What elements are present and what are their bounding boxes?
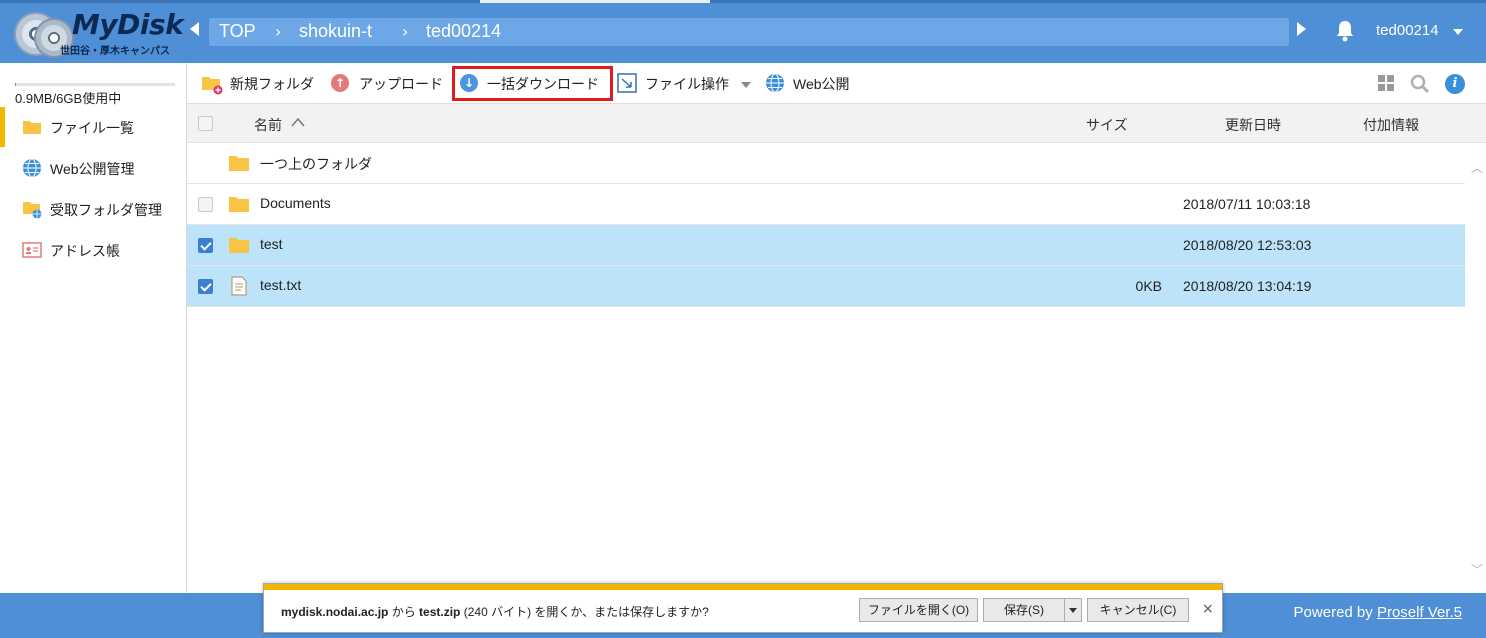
sidebar-item-label: 受取フォルダ管理: [50, 202, 162, 218]
breadcrumb-item-shokuin[interactable]: shokuin-t: [299, 21, 372, 42]
close-icon[interactable]: ×: [1202, 601, 1214, 617]
row-name: Documents: [260, 195, 331, 211]
logo-brand-text: MyDisk: [72, 8, 184, 41]
sidebar-item-address-book[interactable]: アドレス帳: [0, 230, 186, 270]
globe-icon: [766, 73, 784, 93]
file-table-header: 名前 サイズ 更新日時 付加情報: [187, 103, 1486, 143]
file-operations-label: ファイル操作: [645, 76, 729, 92]
breadcrumb-next-arrow-icon[interactable]: [1297, 22, 1306, 36]
row-size: 0KB: [1135, 278, 1162, 294]
sidebar: 0.9MB/6GB使用中 ファイル一覧 Web公開管理 受取フォルダ管理 アドレ…: [0, 63, 187, 593]
bell-icon[interactable]: [1335, 20, 1355, 42]
active-browser-tab[interactable]: [480, 0, 710, 3]
folder-icon: [23, 121, 41, 134]
powered-by-prefix: Powered by: [1293, 604, 1373, 621]
column-header-updated[interactable]: 更新日時: [1225, 115, 1281, 135]
row-updated: 2018/08/20 13:04:19: [1183, 278, 1312, 294]
proself-link[interactable]: Proself Ver.5: [1377, 604, 1462, 621]
download-notification-bar: mydisk.nodai.ac.jp から test.zip (240 バイト)…: [263, 583, 1223, 633]
bulk-download-button[interactable]: ↓ 一括ダウンロード: [459, 69, 609, 97]
new-folder-icon: [202, 77, 223, 95]
folder-icon: [229, 197, 249, 212]
browser-tab-strip: [0, 0, 1486, 3]
new-folder-label: 新規フォルダ: [230, 76, 314, 92]
save-options-dropdown[interactable]: [1064, 598, 1082, 622]
sidebar-item-inbox-folders[interactable]: 受取フォルダ管理: [0, 189, 186, 229]
web-publish-button[interactable]: Web公開: [765, 69, 865, 97]
download-question: (240 バイト) を開くか、または保存しますか?: [460, 605, 709, 619]
column-header-name[interactable]: 名前: [254, 115, 282, 135]
powered-by-text: Powered by Proself Ver.5: [1294, 604, 1462, 621]
chevron-down-icon[interactable]: [1453, 29, 1463, 35]
row-checkbox[interactable]: [198, 279, 213, 294]
file-operations-button[interactable]: ファイル操作: [617, 69, 757, 97]
row-name: test.txt: [260, 277, 302, 293]
select-all-checkbox[interactable]: [198, 116, 213, 131]
row-updated: 2018/08/20 12:53:03: [1183, 237, 1312, 253]
breadcrumb-item-current[interactable]: ted00214: [426, 21, 501, 42]
save-button[interactable]: 保存(S): [983, 598, 1065, 622]
text-file-icon: [231, 276, 247, 296]
upload-button[interactable]: ↑ アップロード: [331, 69, 446, 97]
download-icon: ↓: [460, 74, 478, 92]
user-menu[interactable]: ted00214: [1376, 22, 1439, 39]
cancel-button[interactable]: キャンセル(C): [1087, 598, 1189, 622]
file-operations-icon: [617, 73, 637, 93]
table-row[interactable]: Documents 2018/07/11 10:03:18: [187, 184, 1465, 225]
breadcrumb-item-top[interactable]: TOP: [219, 21, 256, 42]
sidebar-item-file-list[interactable]: ファイル一覧: [0, 107, 186, 147]
download-message: mydisk.nodai.ac.jp から test.zip (240 バイト)…: [281, 603, 709, 620]
mydisk-logo[interactable]: MyDisk 世田谷・厚木キャンパス: [12, 8, 184, 58]
storage-usage-fill: [15, 83, 16, 86]
search-icon[interactable]: [1410, 74, 1430, 94]
info-icon[interactable]: i: [1445, 74, 1465, 94]
app-header: MyDisk 世田谷・厚木キャンパス TOP › shokuin-t › ted…: [0, 0, 1486, 63]
row-checkbox[interactable]: [198, 238, 213, 253]
bulk-download-label: 一括ダウンロード: [487, 76, 599, 92]
download-filename: test.zip: [419, 605, 461, 619]
storage-usage-bar: [15, 83, 175, 86]
sidebar-item-web-publish[interactable]: Web公開管理: [0, 148, 186, 188]
folder-icon: [229, 156, 249, 171]
upload-label: アップロード: [359, 76, 443, 92]
storage-usage-text: 0.9MB/6GB使用中: [15, 91, 122, 106]
grid-view-icon[interactable]: [1378, 75, 1395, 92]
toolbar: 新規フォルダ ↑ アップロード ↓ 一括ダウンロード ファイル操作 Web公開: [187, 63, 1486, 103]
folder-icon: [229, 238, 249, 253]
sidebar-item-label: ファイル一覧: [50, 120, 134, 136]
new-folder-button[interactable]: 新規フォルダ: [201, 69, 316, 97]
row-name: test: [260, 236, 283, 252]
inbox-folder-icon: [23, 202, 42, 219]
table-row[interactable]: 一つ上のフォルダ: [187, 143, 1465, 184]
breadcrumb-separator-icon: ›: [402, 22, 409, 41]
logo-campus-text: 世田谷・厚木キャンパス: [60, 46, 170, 57]
table-row[interactable]: test 2018/08/20 12:53:03: [187, 225, 1465, 266]
chevron-down-icon[interactable]: [741, 82, 751, 88]
table-row[interactable]: test.txt 0KB 2018/08/20 13:04:19: [187, 266, 1465, 307]
row-updated: 2018/07/11 10:03:18: [1183, 196, 1311, 212]
web-publish-label: Web公開: [793, 76, 850, 92]
column-header-size[interactable]: サイズ: [1086, 115, 1128, 135]
globe-icon: [23, 158, 41, 178]
breadcrumb: TOP › shokuin-t › ted00214: [209, 18, 1289, 46]
sort-ascending-icon[interactable]: [291, 117, 305, 127]
open-file-button[interactable]: ファイルを開く(O): [859, 598, 978, 622]
sidebar-item-label: アドレス帳: [50, 243, 120, 259]
row-checkbox[interactable]: [198, 197, 213, 212]
download-host: mydisk.nodai.ac.jp: [281, 605, 389, 619]
upload-icon: ↑: [331, 74, 349, 92]
column-header-info[interactable]: 付加情報: [1363, 115, 1419, 135]
scroll-up-icon[interactable]: ︿: [1471, 159, 1483, 176]
address-book-icon: [22, 242, 42, 258]
scroll-down-icon[interactable]: ﹀: [1471, 561, 1483, 578]
breadcrumb-separator-icon: ›: [275, 22, 282, 41]
notification-accent: [264, 584, 1222, 590]
row-name: 一つ上のフォルダ: [260, 156, 372, 172]
sidebar-item-label: Web公開管理: [50, 161, 135, 177]
breadcrumb-prev-arrow-icon[interactable]: [190, 22, 199, 36]
scrollbar[interactable]: ︿ ﹀: [1466, 143, 1486, 593]
download-from-text: から: [388, 605, 420, 619]
